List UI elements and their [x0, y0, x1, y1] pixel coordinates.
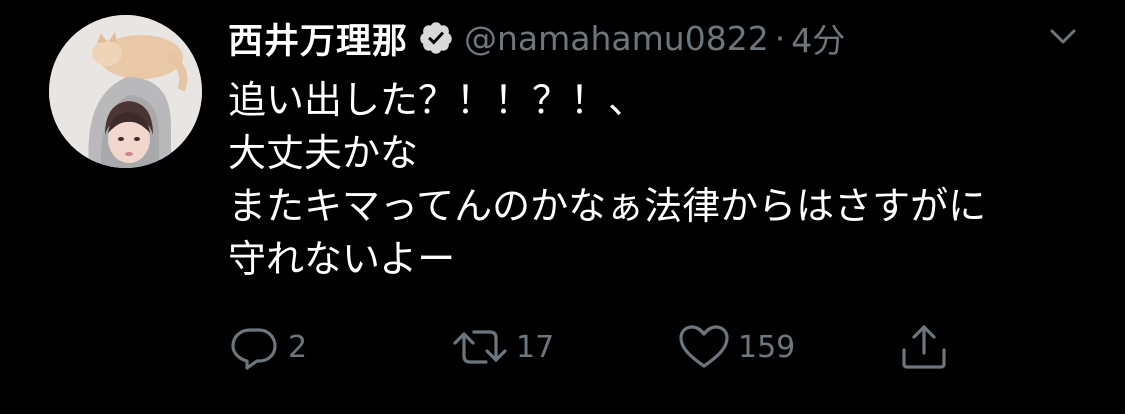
tweet-text-line: 大丈夫かな — [228, 131, 419, 175]
chevron-down-icon[interactable] — [1043, 22, 1083, 52]
tweet-text-line: 守れないよー — [228, 237, 456, 281]
like-count: 159 — [738, 329, 796, 365]
reply-count: 2 — [288, 329, 308, 365]
reply-icon — [231, 328, 277, 370]
header-separator: · — [774, 18, 786, 58]
retweet-icon — [453, 330, 507, 364]
share-button[interactable] — [898, 322, 950, 372]
retweet-button[interactable]: 17 — [450, 322, 554, 372]
author-display-name[interactable]: 西井万理那 — [228, 13, 408, 64]
tweet-text-line: またキマってんのかなぁ法律からはさすがに — [228, 184, 987, 228]
tweet-header: 西井万理那 @namahamu0822 · 4分 — [228, 12, 845, 64]
tweet-text: 追い出した？！！？！、 大丈夫かな またキマってんのかなぁ法律からはさすがに 守… — [228, 74, 1108, 286]
share-icon — [902, 325, 946, 369]
tweet[interactable]: 西井万理那 @namahamu0822 · 4分 追い出した？！！？！、 大丈夫… — [0, 0, 1125, 414]
tweet-text-line: 追い出した？！！？！、 — [228, 78, 647, 122]
tweet-timestamp[interactable]: 4分 — [791, 14, 845, 62]
heart-icon — [679, 325, 729, 368]
avatar[interactable] — [49, 15, 202, 168]
verified-badge-icon — [418, 20, 454, 56]
reply-button[interactable]: 2 — [228, 322, 307, 372]
author-handle[interactable]: @namahamu0822 — [464, 19, 769, 58]
like-button[interactable]: 159 — [676, 322, 795, 372]
retweet-count: 17 — [516, 329, 555, 365]
avatar-image — [49, 15, 202, 168]
